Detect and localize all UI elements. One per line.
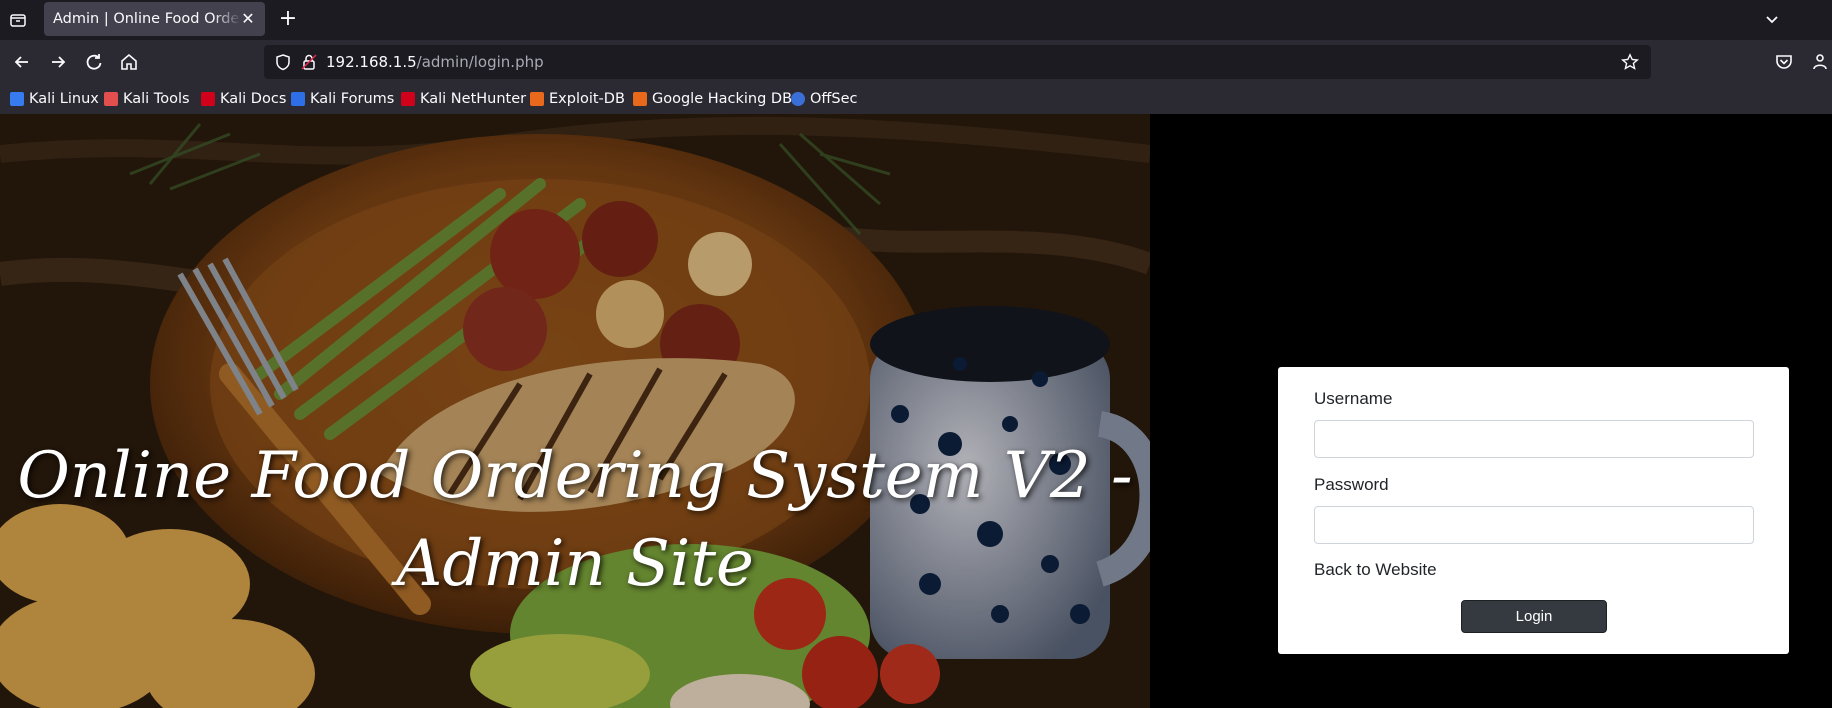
ghdb-icon bbox=[633, 92, 647, 106]
hero-title: Online Food Ordering System V2 - Admin S… bbox=[17, 439, 1133, 601]
bookmark-label: Kali Forums bbox=[310, 91, 395, 107]
kali-dragon-icon bbox=[10, 92, 24, 106]
password-input[interactable] bbox=[1314, 506, 1754, 544]
bookmark-offsec[interactable]: OffSec bbox=[791, 89, 858, 109]
bookmark-label: OffSec bbox=[810, 91, 858, 107]
kali-forums-icon bbox=[291, 92, 305, 106]
url-bar[interactable]: 192.168.1.5/admin/login.php bbox=[264, 45, 1651, 79]
bookmark-kali-linux[interactable]: Kali Linux bbox=[10, 89, 99, 109]
food-illustration bbox=[0, 114, 1150, 708]
bookmark-label: Kali Docs bbox=[220, 91, 287, 107]
bookmark-label: Kali NetHunter bbox=[420, 91, 527, 107]
bookmark-star-icon[interactable] bbox=[1621, 53, 1639, 71]
url-host: 192.168.1.5 bbox=[326, 53, 417, 71]
list-all-tabs-icon[interactable] bbox=[1762, 9, 1782, 29]
url-text[interactable]: 192.168.1.5/admin/login.php bbox=[326, 53, 544, 71]
kali-docs-icon bbox=[201, 92, 215, 106]
hero-food-image: Online Food Ordering System V2 - Admin S… bbox=[0, 114, 1150, 708]
home-icon[interactable] bbox=[118, 51, 140, 73]
forward-arrow-icon[interactable] bbox=[47, 51, 69, 73]
extensions-menu-icon[interactable] bbox=[1809, 51, 1831, 73]
kali-tools-icon bbox=[104, 92, 118, 106]
bookmark-kali-docs[interactable]: Kali Docs bbox=[201, 89, 286, 109]
bookmark-google-hacking-db[interactable]: Google Hacking DB bbox=[633, 89, 792, 109]
pocket-icon[interactable] bbox=[1773, 51, 1795, 73]
tab-close-icon[interactable]: ✕ bbox=[238, 9, 258, 29]
exploit-db-icon bbox=[530, 92, 544, 106]
page-content: Online Food Ordering System V2 - Admin S… bbox=[0, 114, 1832, 708]
bookmark-label: Exploit-DB bbox=[549, 91, 625, 107]
tracking-protection-shield-icon[interactable] bbox=[274, 53, 292, 71]
back-arrow-icon[interactable] bbox=[11, 51, 33, 73]
nethunter-icon bbox=[401, 92, 415, 106]
url-path: /admin/login.php bbox=[416, 53, 544, 71]
active-tab[interactable]: Admin | Online Food Ordering System V2 ✕ bbox=[44, 2, 265, 36]
offsec-icon bbox=[791, 92, 805, 106]
insecure-lock-icon[interactable] bbox=[300, 53, 318, 71]
username-input[interactable] bbox=[1314, 420, 1754, 458]
login-button[interactable]: Login bbox=[1461, 600, 1607, 633]
bookmark-label: Kali Tools bbox=[123, 91, 190, 107]
bookmark-exploit-db[interactable]: Exploit-DB bbox=[530, 89, 625, 109]
new-tab-icon[interactable]: + bbox=[277, 8, 299, 30]
tab-title: Admin | Online Food Ordering System V2 bbox=[53, 11, 241, 27]
bookmarks-toolbar: Kali Linux Kali Tools Kali Docs Kali For… bbox=[0, 84, 1832, 114]
tab-overview-icon[interactable] bbox=[8, 10, 28, 30]
navigation-toolbar: 192.168.1.5/admin/login.php bbox=[0, 40, 1832, 84]
login-form: Username Password Back to Website Login bbox=[1278, 367, 1789, 654]
bookmark-kali-nethunter[interactable]: Kali NetHunter bbox=[401, 89, 526, 109]
bookmark-kali-tools[interactable]: Kali Tools bbox=[104, 89, 190, 109]
bookmark-kali-forums[interactable]: Kali Forums bbox=[291, 89, 394, 109]
password-label: Password bbox=[1314, 475, 1389, 494]
tab-strip: Admin | Online Food Ordering System V2 ✕… bbox=[0, 0, 1832, 40]
bookmark-label: Google Hacking DB bbox=[652, 91, 793, 107]
bookmark-label: Kali Linux bbox=[29, 91, 99, 107]
back-to-website-link[interactable]: Back to Website bbox=[1314, 560, 1437, 580]
username-label: Username bbox=[1314, 389, 1393, 408]
reload-icon[interactable] bbox=[83, 51, 105, 73]
